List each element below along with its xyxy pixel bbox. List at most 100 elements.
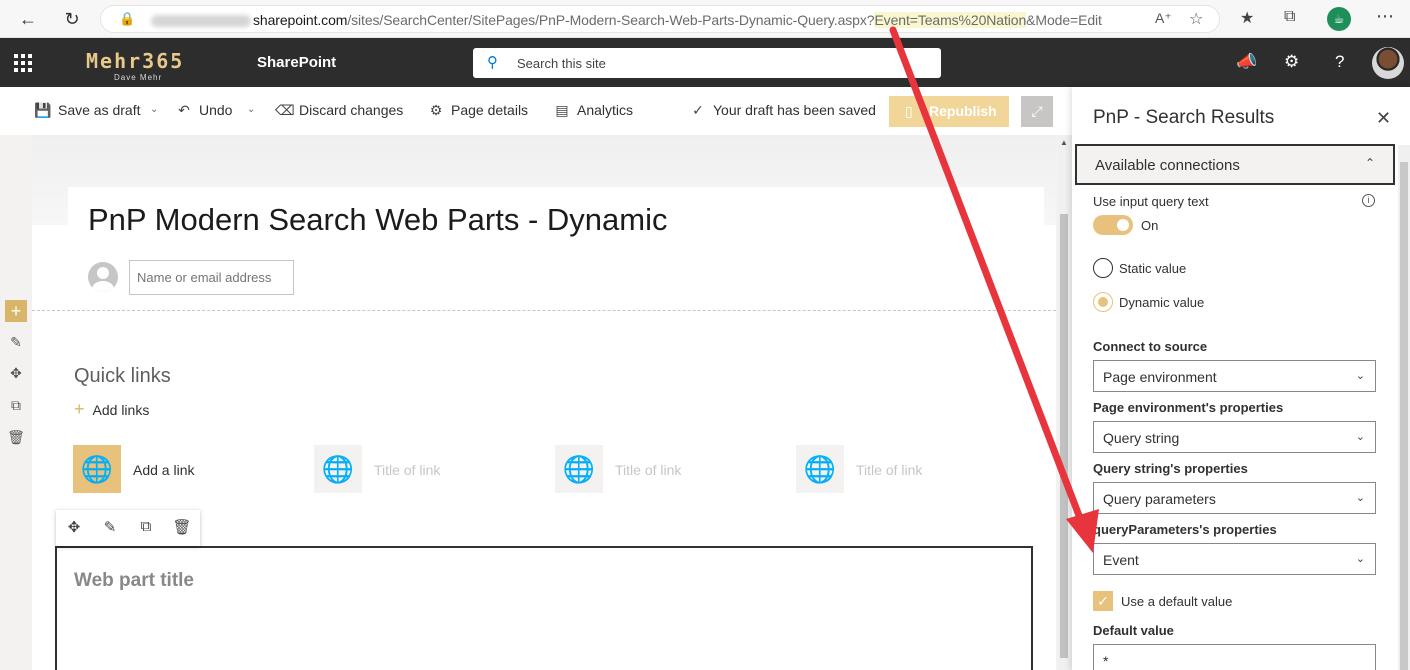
link-tile-label: Title of link	[856, 462, 923, 478]
save-dropdown-chevron-icon[interactable]: ⌄	[150, 104, 158, 115]
republish-button[interactable]: ▯ Republish	[889, 96, 1009, 127]
url-redacted	[151, 15, 251, 28]
chevron-down-icon: ⌄	[1355, 431, 1365, 443]
pane-scrollbar-thumb[interactable]	[1400, 162, 1408, 670]
checkmark-icon: ✓	[692, 102, 704, 118]
available-connections-group[interactable]: Available connections ⌃	[1075, 144, 1395, 185]
delete-section-icon[interactable]: 🗑	[5, 426, 27, 448]
scroll-up-icon[interactable]: ▲	[1060, 138, 1068, 147]
pane-title: PnP - Search Results	[1093, 107, 1275, 128]
canvas-scrollbar-thumb[interactable]	[1060, 214, 1068, 658]
analytics-icon: ▤	[555, 102, 569, 118]
add-section-icon[interactable]: +	[5, 300, 27, 322]
chevron-down-icon: ⌄	[1355, 370, 1365, 382]
url-query-rest: &Mode=Edit	[1026, 12, 1102, 28]
use-default-value-label[interactable]: Use a default value	[1121, 594, 1232, 609]
url-domain: sharepoint.com	[253, 12, 348, 28]
group-label: Available connections	[1095, 157, 1240, 174]
url-text: sharepoint.com/sites/SearchCenter/SitePa…	[151, 12, 1102, 28]
search-results-web-part[interactable]	[55, 546, 1033, 670]
dropdown-value: Event	[1103, 552, 1139, 568]
app-launcher-icon[interactable]	[14, 54, 32, 72]
browser-toolbar: ← ↻ 🔒 sharepoint.com/sites/SearchCenter/…	[0, 0, 1410, 38]
page-details-button[interactable]: ⚙ Page details	[427, 102, 528, 119]
author-avatar-icon	[88, 262, 118, 292]
help-icon[interactable]: ?	[1335, 52, 1344, 72]
page-env-props-dropdown[interactable]: Query string ⌄	[1093, 421, 1376, 453]
gear-icon[interactable]: ⚙	[1284, 52, 1299, 72]
plus-icon: +	[74, 399, 85, 419]
republish-label: Republish	[929, 103, 997, 119]
undo-button[interactable]: ↶ Undo	[175, 102, 232, 119]
back-icon[interactable]: ←	[14, 5, 42, 33]
delete-icon[interactable]: 🗑	[172, 518, 192, 536]
draft-status: ✓ Your draft has been saved	[689, 102, 876, 119]
brand-logo[interactable]: Mehr365	[86, 49, 184, 73]
link-tile-globe-icon: 🌐	[796, 445, 844, 493]
favorites-icon[interactable]: ★	[1240, 8, 1254, 28]
default-value-input[interactable]: *	[1093, 644, 1376, 670]
search-icon: ⚲	[487, 54, 498, 71]
dynamic-value-radio[interactable]	[1093, 292, 1113, 312]
url-path: /sites/SearchCenter/SitePages/PnP-Modern…	[347, 12, 875, 28]
dropdown-value: Query string	[1103, 430, 1180, 446]
read-aloud-icon[interactable]: A⁺	[1155, 10, 1172, 27]
collapse-pane-button[interactable]: ⤢	[1021, 96, 1053, 127]
undo-dropdown-chevron-icon[interactable]: ⌄	[247, 104, 255, 115]
query-string-props-dropdown[interactable]: Query parameters ⌄	[1093, 482, 1376, 514]
section-divider	[32, 310, 1056, 311]
page-title[interactable]: PnP Modern Search Web Parts - Dynamic	[88, 202, 667, 238]
chevron-down-icon: ⌄	[1355, 553, 1365, 565]
app-name[interactable]: SharePoint	[257, 54, 336, 71]
edit-icon[interactable]: ✎	[100, 518, 120, 536]
site-search-box[interactable]: ⚲ Search this site	[473, 48, 941, 78]
discard-label: Discard changes	[299, 102, 404, 118]
chevron-up-icon: ⌃	[1364, 156, 1375, 170]
refresh-icon[interactable]: ↻	[58, 5, 86, 33]
lock-icon: 🔒	[119, 11, 136, 26]
link-tile-label[interactable]: Add a link	[133, 462, 194, 478]
query-params-props-dropdown[interactable]: Event ⌄	[1093, 543, 1376, 575]
analytics-button[interactable]: ▤ Analytics	[553, 102, 633, 119]
connect-to-source-label: Connect to source	[1093, 339, 1208, 354]
address-bar[interactable]: 🔒 sharepoint.com/sites/SearchCenter/Site…	[100, 5, 1220, 33]
command-bar: 💾 Save as draft ⌄ ↶ Undo ⌄ ⌫ Discard change…	[0, 87, 1072, 135]
dynamic-value-label[interactable]: Dynamic value	[1119, 295, 1204, 310]
web-part-title[interactable]: Web part title	[74, 570, 194, 592]
info-icon[interactable]: i	[1362, 194, 1375, 207]
author-name-input[interactable]	[129, 260, 294, 295]
use-default-value-checkbox[interactable]: ✓	[1093, 591, 1113, 611]
favorite-add-icon[interactable]: ☆	[1189, 9, 1203, 29]
link-tile-globe-icon: 🌐	[314, 445, 362, 493]
default-value-label: Default value	[1093, 623, 1174, 638]
discard-changes-button[interactable]: ⌫ Discard changes	[275, 102, 403, 119]
static-value-radio[interactable]	[1093, 258, 1113, 278]
chevron-down-icon: ⌄	[1355, 492, 1365, 504]
page-details-label: Page details	[451, 102, 529, 118]
dropdown-value: Query parameters	[1103, 491, 1216, 507]
duplicate-section-icon[interactable]: ⧉	[5, 394, 27, 416]
profile-icon[interactable]: ☕	[1327, 7, 1351, 31]
megaphone-icon[interactable]: 📣	[1236, 52, 1257, 72]
link-tile-globe-icon[interactable]: 🌐	[73, 445, 121, 493]
edit-section-icon[interactable]: ✎	[5, 331, 27, 353]
toggle-state-label: On	[1141, 218, 1159, 233]
save-draft-button[interactable]: 💾 Save as draft	[34, 102, 140, 119]
undo-label: Undo	[199, 102, 233, 118]
query-params-props-label: queryParameters's properties	[1093, 522, 1277, 537]
collections-icon[interactable]: ⧉	[1284, 8, 1295, 26]
quick-links-title[interactable]: Quick links	[74, 365, 171, 388]
add-links-button[interactable]: + Add links	[74, 399, 149, 420]
connect-to-source-dropdown[interactable]: Page environment ⌄	[1093, 360, 1376, 392]
move-section-icon[interactable]: ✥	[5, 362, 27, 384]
search-placeholder: Search this site	[517, 56, 606, 71]
close-icon[interactable]: ✕	[1376, 108, 1391, 129]
avatar[interactable]	[1372, 47, 1404, 79]
link-tile-label: Title of link	[615, 462, 682, 478]
duplicate-icon[interactable]: ⧉	[136, 518, 156, 535]
collapse-icon: ⤢	[1031, 103, 1043, 119]
settings-icon: ⚙	[429, 102, 443, 118]
more-icon[interactable]: ⋯	[1376, 6, 1394, 27]
move-icon[interactable]: ✥	[64, 518, 84, 536]
static-value-label[interactable]: Static value	[1119, 261, 1186, 276]
